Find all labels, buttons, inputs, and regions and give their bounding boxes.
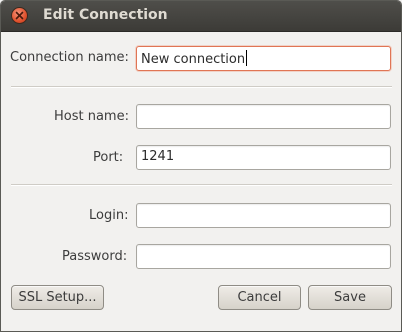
login-label: Login: (89, 208, 129, 223)
port-label: Port: (93, 150, 124, 165)
port-field[interactable]: 1241 (136, 145, 391, 170)
window-title: Edit Connection (43, 7, 168, 23)
text-caret (246, 50, 248, 66)
connection-name-value: New connection (141, 52, 246, 67)
port-value: 1241 (141, 149, 175, 164)
separator-top (11, 86, 392, 88)
password-label: Password: (62, 249, 128, 264)
password-field[interactable] (136, 244, 391, 269)
close-icon (15, 11, 24, 20)
separator-middle (11, 184, 392, 186)
close-window-button[interactable] (11, 7, 28, 24)
login-field[interactable] (136, 203, 391, 228)
edit-connection-dialog: Edit Connection Connection name: New con… (0, 0, 402, 332)
connection-name-label: Connection name: (10, 50, 129, 65)
host-name-label: Host name: (54, 109, 129, 124)
connection-name-field[interactable]: New connection (136, 46, 391, 71)
title-bar[interactable]: Edit Connection (1, 1, 401, 32)
save-button[interactable]: Save (308, 285, 392, 310)
host-name-field[interactable] (136, 104, 391, 129)
cancel-button[interactable]: Cancel (218, 285, 301, 310)
ssl-setup-button[interactable]: SSL Setup... (11, 285, 104, 310)
